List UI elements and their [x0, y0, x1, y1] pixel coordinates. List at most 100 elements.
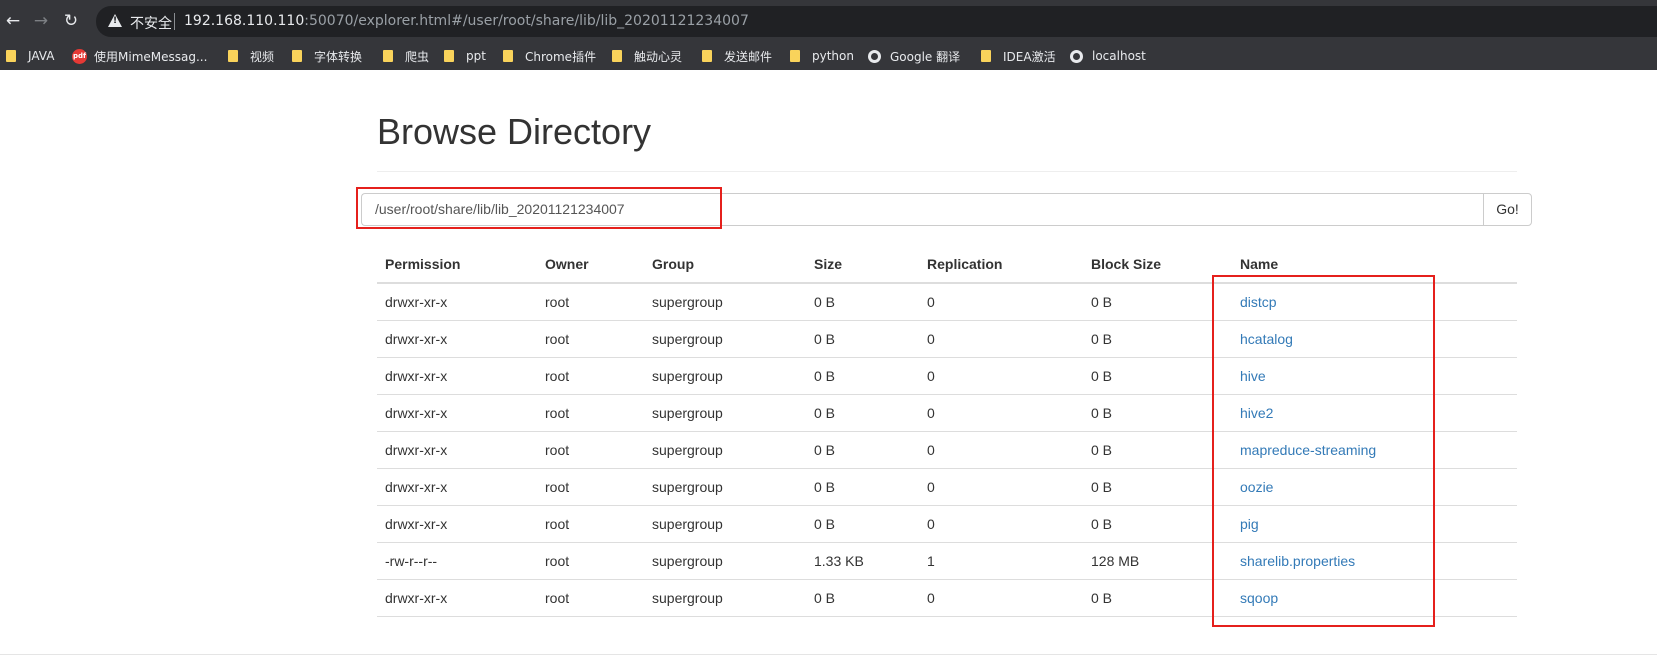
address-bar[interactable]: 不安全 192.168.110.110:50070/explorer.html#… [96, 6, 1657, 37]
bookmark-crawler[interactable]: 爬虫 [383, 47, 429, 65]
cell-permission: drwxr-xr-x [377, 579, 537, 617]
bookmark-label: JAVA [28, 49, 55, 63]
bookmark-localhost[interactable]: localhost [1070, 47, 1146, 65]
entry-name-link[interactable]: sharelib.properties [1240, 553, 1355, 569]
cell-size: 0 B [806, 468, 919, 506]
cell-owner: root [537, 320, 644, 358]
bookmark-video[interactable]: 视频 [228, 47, 274, 65]
entry-name-link[interactable]: hcatalog [1240, 331, 1293, 347]
cell-replication: 0 [919, 320, 1083, 358]
url-host: 192.168.110.110 [184, 13, 305, 29]
folder-icon [444, 50, 454, 62]
cell-permission: drwxr-xr-x [377, 394, 537, 432]
column-header-replication[interactable]: Replication [919, 245, 1083, 284]
cell-replication: 0 [919, 394, 1083, 432]
cell-permission: drwxr-xr-x [377, 320, 537, 358]
cell-group: supergroup [644, 394, 806, 432]
cell-permission: drwxr-xr-x [377, 468, 537, 506]
column-header-owner[interactable]: Owner [537, 245, 644, 284]
folder-icon [702, 50, 712, 62]
folder-icon [612, 50, 622, 62]
bookmark-google-translate[interactable]: Google 翻译 [868, 47, 960, 65]
bookmark-send-mail[interactable]: 发送邮件 [702, 47, 772, 65]
cell-name: distcp [1232, 283, 1517, 321]
bookmark-label: Google 翻译 [890, 49, 961, 64]
cell-size: 0 B [806, 579, 919, 617]
folder-icon [383, 50, 393, 62]
bookmark-mimemessage[interactable]: pdf 使用MimeMessag... [72, 47, 207, 65]
bookmark-chrome-plugins[interactable]: Chrome插件 [503, 47, 596, 65]
entry-name-link[interactable]: mapreduce-streaming [1240, 442, 1376, 458]
cell-block-size: 0 B [1083, 468, 1232, 506]
entry-name-link[interactable]: oozie [1240, 479, 1273, 495]
bookmark-label: 发送邮件 [724, 49, 773, 64]
folder-icon [503, 50, 513, 62]
cell-replication: 0 [919, 505, 1083, 543]
entry-name-link[interactable]: hive2 [1240, 405, 1273, 421]
cell-replication: 1 [919, 542, 1083, 580]
cell-size: 1.33 KB [806, 542, 919, 580]
cell-block-size: 0 B [1083, 579, 1232, 617]
cell-owner: root [537, 579, 644, 617]
entry-name-link[interactable]: sqoop [1240, 590, 1278, 606]
cell-permission: drwxr-xr-x [377, 505, 537, 543]
bookmark-label: IDEA激活 [1003, 49, 1056, 64]
cell-group: supergroup [644, 505, 806, 543]
entry-name-link[interactable]: hive [1240, 368, 1266, 384]
folder-icon [6, 50, 16, 62]
browser-toolbar: ← → ↻ 不安全 192.168.110.110:50070/explorer… [0, 0, 1657, 42]
cell-size: 0 B [806, 283, 919, 321]
bookmark-font-convert[interactable]: 字体转换 [292, 47, 362, 65]
directory-path-input[interactable]: /user/root/share/lib/lib_20201121234007 [361, 193, 1483, 226]
cell-permission: drwxr-xr-x [377, 283, 537, 321]
entry-name-link[interactable]: pig [1240, 516, 1259, 532]
cell-owner: root [537, 431, 644, 469]
url-text[interactable]: 192.168.110.110:50070/explorer.html#/use… [184, 13, 749, 29]
cell-block-size: 0 B [1083, 357, 1232, 395]
cell-owner: root [537, 468, 644, 506]
cell-block-size: 0 B [1083, 431, 1232, 469]
table-row: drwxr-xr-x root supergroup 0 B00 Bdistcp [377, 283, 1517, 321]
forward-arrow-icon[interactable]: → [30, 10, 52, 32]
warning-icon[interactable] [108, 14, 122, 27]
cell-replication: 0 [919, 431, 1083, 469]
insecure-label[interactable]: 不安全 [130, 13, 172, 33]
cell-name: sqoop [1232, 579, 1517, 617]
cell-group: supergroup [644, 320, 806, 358]
cell-replication: 0 [919, 357, 1083, 395]
bookmark-python[interactable]: python [790, 47, 854, 65]
table-row: drwxr-xr-x root supergroup 0 B00 Boozie [377, 468, 1517, 506]
url-path: :50070/explorer.html#/user/root/share/li… [304, 13, 749, 29]
column-header-name[interactable]: Name [1232, 245, 1517, 284]
column-header-block-size[interactable]: Block Size [1083, 245, 1232, 284]
cell-name: mapreduce-streaming [1232, 431, 1517, 469]
folder-icon [292, 50, 302, 62]
cell-group: supergroup [644, 357, 806, 395]
folder-icon [228, 50, 238, 62]
cell-block-size: 128 MB [1083, 542, 1232, 580]
bookmark-label: python [812, 49, 854, 63]
cell-replication: 0 [919, 283, 1083, 321]
cell-permission: drwxr-xr-x [377, 431, 537, 469]
bottom-divider [0, 654, 1657, 655]
bookmark-touching[interactable]: 触动心灵 [612, 47, 682, 65]
go-button[interactable]: Go! [1483, 193, 1532, 226]
back-arrow-icon[interactable]: ← [2, 10, 24, 32]
bookmark-java[interactable]: JAVA [6, 47, 54, 65]
column-header-permission[interactable]: Permission [377, 245, 537, 284]
cell-block-size: 0 B [1083, 320, 1232, 358]
column-header-size[interactable]: Size [806, 245, 919, 284]
cell-block-size: 0 B [1083, 394, 1232, 432]
cell-name: oozie [1232, 468, 1517, 506]
cell-group: supergroup [644, 542, 806, 580]
reload-icon[interactable]: ↻ [60, 10, 82, 32]
cell-permission: -rw-r--r-- [377, 542, 537, 580]
folder-icon [981, 50, 991, 62]
entry-name-link[interactable]: distcp [1240, 294, 1277, 310]
bookmark-label: 爬虫 [405, 49, 430, 64]
bookmark-ppt[interactable]: ppt [444, 47, 486, 65]
column-header-group[interactable]: Group [644, 245, 806, 284]
cell-size: 0 B [806, 357, 919, 395]
bookmark-idea[interactable]: IDEA激活 [981, 47, 1056, 65]
cell-name: hive2 [1232, 394, 1517, 432]
